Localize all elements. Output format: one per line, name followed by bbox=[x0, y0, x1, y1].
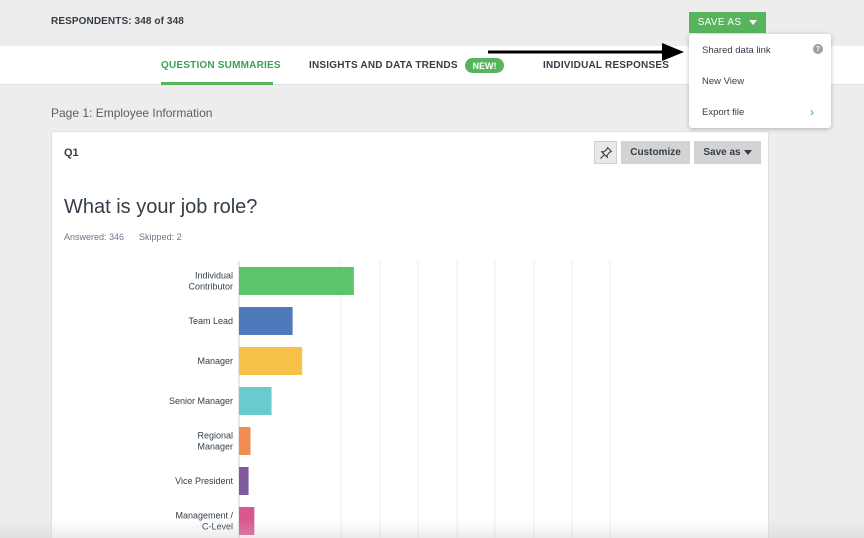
save-as-label: SAVE AS bbox=[697, 17, 742, 28]
category-label: Regional bbox=[197, 431, 233, 441]
respondents-count: RESPONDENTS: 348 of 348 bbox=[51, 16, 184, 27]
annotation-arrow bbox=[488, 43, 684, 61]
bar[interactable] bbox=[239, 347, 303, 375]
chevron-right-icon[interactable]: › bbox=[810, 106, 820, 118]
menu-item-export-file[interactable]: Export file bbox=[702, 107, 744, 118]
bar[interactable] bbox=[239, 307, 293, 335]
category-label: Contributor bbox=[188, 282, 233, 292]
question-card: Q1 Customize Save as What is your job ro… bbox=[51, 131, 769, 538]
tab-insights-and-data-trends[interactable]: INSIGHTS AND DATA TRENDS bbox=[309, 60, 458, 71]
caret-down-icon bbox=[749, 20, 758, 25]
category-label: Senior Manager bbox=[169, 396, 233, 406]
category-label: Individual bbox=[195, 271, 233, 281]
page-title: Page 1: Employee Information bbox=[51, 106, 213, 120]
bar[interactable] bbox=[239, 267, 354, 295]
save-as-button[interactable]: SAVE AS bbox=[689, 12, 766, 33]
bar[interactable] bbox=[239, 427, 251, 455]
category-label: Manager bbox=[197, 356, 233, 366]
menu-item-shared-data-link[interactable]: Shared data link bbox=[702, 45, 771, 56]
category-label: Management / bbox=[175, 511, 233, 521]
save-as-dropdown-menu: Shared data link ? New View Export file … bbox=[689, 34, 831, 128]
help-icon[interactable]: ? bbox=[813, 44, 823, 54]
category-label: Manager bbox=[197, 442, 233, 452]
bar[interactable] bbox=[239, 467, 249, 495]
category-label: Vice President bbox=[175, 476, 233, 486]
active-tab-underline bbox=[161, 82, 273, 85]
category-label: C-Level bbox=[202, 522, 233, 532]
bar[interactable] bbox=[239, 507, 255, 535]
tab-question-summaries[interactable]: QUESTION SUMMARIES bbox=[161, 60, 281, 71]
job-role-bar-chart: IndividualContributor Team Lead Manager Sen… bbox=[169, 261, 611, 538]
category-label: Team Lead bbox=[188, 316, 233, 326]
menu-item-new-view[interactable]: New View bbox=[702, 76, 744, 87]
bar[interactable] bbox=[239, 387, 272, 415]
